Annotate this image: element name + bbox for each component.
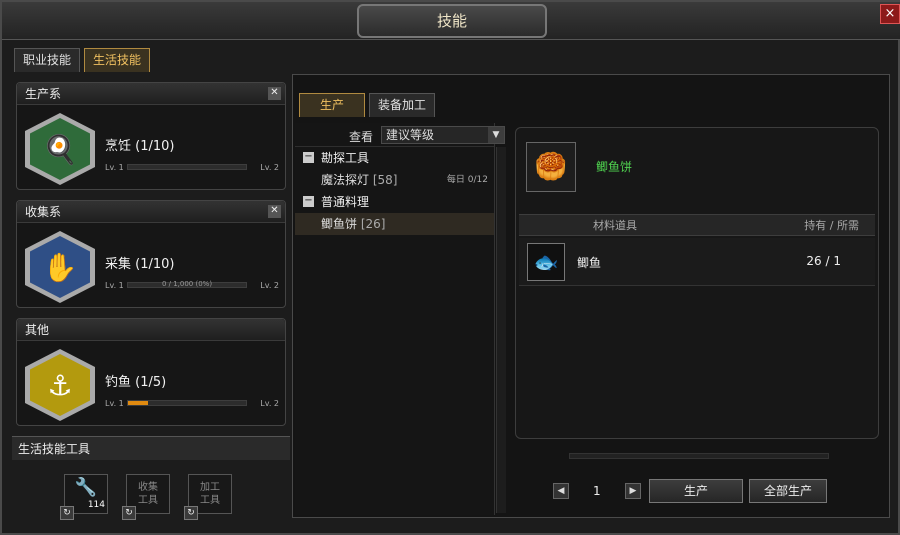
level-next: Lv. 2 — [260, 163, 279, 172]
tool-item-icon: 🔧 — [74, 477, 98, 498]
recipe-count: [26] — [360, 217, 386, 231]
skill-group-other: 其他 ⚓ 钓鱼 (1/5) Lv. 1 Lv. 2 — [16, 318, 286, 426]
tab-class-skills[interactable]: 职业技能 — [14, 48, 81, 72]
material-row: 🐟 鲫鱼 26 / 1 — [519, 238, 875, 286]
skill-group-production: 生产系 ✕ 🍳 烹饪 (1/10) Lv. 1 Lv. 2 — [16, 82, 286, 190]
recipe-list: 查看 建议等级 ▼ − 勘探工具 魔法探灯 [58] 每日 0/12 − 普通料… — [295, 123, 506, 515]
fishing-hook-icon: ⚓ — [30, 354, 90, 416]
cooking-utensils-icon: 🍳 — [30, 118, 90, 180]
view-filter-row: 查看 建议等级 ▼ — [295, 123, 505, 147]
skill-group-header: 其他 — [17, 319, 285, 341]
produce-button[interactable]: 生产 — [649, 479, 743, 503]
skill-group-header: 收集系 — [17, 201, 285, 223]
xp-bar — [127, 400, 247, 406]
gathering-glove-icon: ✋ — [30, 236, 90, 298]
recipe-item-selected[interactable]: 鲫鱼饼 [26] — [295, 213, 494, 235]
tab-equipment-processing[interactable]: 装备加工 — [369, 93, 436, 117]
refresh-icon[interactable]: ↻ — [60, 506, 74, 520]
collapse-button[interactable]: ✕ — [268, 205, 281, 218]
tool-count: 114 — [87, 500, 105, 510]
recipe-name: 魔法探灯 — [321, 173, 370, 187]
level-next: Lv. 2 — [260, 399, 279, 408]
view-select-value: 建议等级 — [386, 128, 435, 142]
materials-header: 材料道具 持有 / 所需 — [519, 214, 875, 236]
skill-name: 采集 (1/10) — [105, 257, 175, 272]
list-scrollbar[interactable] — [496, 147, 506, 513]
level-current: Lv. 1 — [105, 163, 124, 172]
material-qty: 26 / 1 — [806, 254, 841, 268]
collapse-minus-icon[interactable]: − — [303, 196, 314, 207]
category-row[interactable]: − 普通料理 — [295, 191, 494, 213]
view-select[interactable]: 建议等级 ▼ — [381, 126, 505, 144]
window-title: 技能 — [357, 4, 547, 38]
level-next: Lv. 2 — [260, 281, 279, 290]
qty-col-label: 持有 / 所需 — [804, 219, 859, 232]
skill-group-gathering: 收集系 ✕ ✋ 采集 (1/10) Lv. 1 0 / 1,000 (0%) L… — [16, 200, 286, 308]
tab-life-skills[interactable]: 生活技能 — [84, 48, 151, 72]
production-progress — [569, 453, 829, 459]
life-skill-list: 生产系 ✕ 🍳 烹饪 (1/10) Lv. 1 Lv. 2 收集系 ✕ ✋ 采集… — [12, 74, 290, 530]
skill-group-header: 生产系 — [17, 83, 285, 105]
titlebar: 技能 × — [2, 2, 900, 40]
xp-text: 0 / 1,000 (0%) — [161, 280, 213, 288]
next-page-button[interactable]: ▶ — [625, 483, 641, 499]
category-name: 普通料理 — [321, 195, 370, 209]
category-name: 勘探工具 — [321, 151, 370, 165]
skills-window: 技能 × 职业技能 生活技能 生产系 ✕ 🍳 烹饪 (1/10) Lv. 1 L… — [0, 0, 900, 535]
materials-col-label: 材料道具 — [593, 219, 637, 232]
recipe-detail: 🥮 鲫鱼饼 材料道具 持有 / 所需 🐟 鲫鱼 26 / 1 — [515, 127, 879, 439]
level-current: Lv. 1 — [105, 281, 124, 290]
tools-header: 生活技能工具 — [12, 436, 290, 460]
collapse-button[interactable]: ✕ — [268, 87, 281, 100]
recipe-name: 鲫鱼饼 — [321, 217, 358, 231]
sub-tabs: 生产 装备加工 — [299, 93, 436, 117]
recipe-count: [58] — [372, 173, 398, 187]
level-current: Lv. 1 — [105, 399, 124, 408]
tab-produce[interactable]: 生产 — [299, 93, 365, 117]
skill-name: 钓鱼 (1/5) — [105, 375, 167, 390]
xp-bar — [127, 164, 247, 170]
production-panel: 生产 装备加工 查看 建议等级 ▼ − 勘探工具 魔法探灯 [58] 每日 0/… — [292, 74, 890, 518]
hex-frame: 🍳 — [25, 113, 95, 185]
detail-item-name: 鲫鱼饼 — [596, 160, 633, 174]
refresh-icon[interactable]: ↻ — [184, 506, 198, 520]
hex-frame: ⚓ — [25, 349, 95, 421]
material-name: 鲫鱼 — [577, 256, 602, 270]
recipe-item[interactable]: 魔法探灯 [58] 每日 0/12 — [295, 169, 494, 191]
fish-icon: 🐟 — [527, 243, 565, 281]
chevron-down-icon[interactable]: ▼ — [488, 127, 504, 143]
refresh-icon[interactable]: ↻ — [122, 506, 136, 520]
close-button[interactable]: × — [880, 4, 900, 24]
skill-name: 烹饪 (1/10) — [105, 139, 175, 154]
category-row[interactable]: − 勘探工具 — [295, 147, 494, 169]
daily-limit: 每日 0/12 — [446, 175, 488, 185]
page-number: 1 — [593, 484, 601, 498]
top-tabs: 职业技能 生活技能 — [14, 48, 151, 72]
prev-page-button[interactable]: ◀ — [553, 483, 569, 499]
xp-bar: 0 / 1,000 (0%) — [127, 280, 247, 288]
fish-cake-icon: 🥮 — [526, 142, 576, 192]
produce-all-button[interactable]: 全部生产 — [749, 479, 827, 503]
collapse-minus-icon[interactable]: − — [303, 152, 314, 163]
hex-frame: ✋ — [25, 231, 95, 303]
view-label: 查看 — [349, 130, 374, 144]
